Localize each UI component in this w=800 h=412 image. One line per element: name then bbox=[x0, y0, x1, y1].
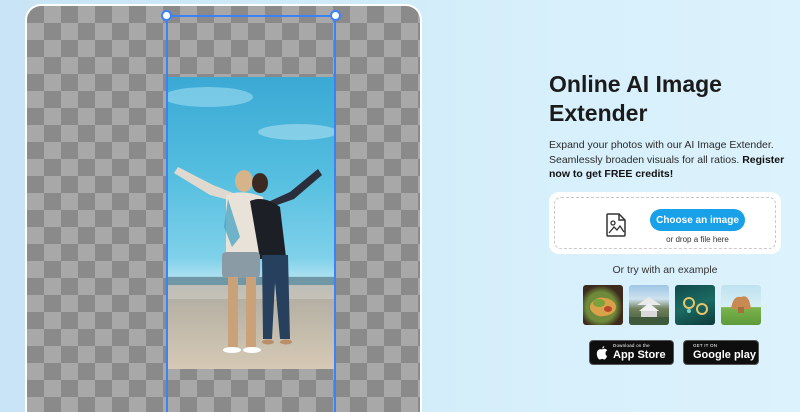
google-play-badge[interactable]: GET IT ON Google play bbox=[683, 340, 759, 365]
page-description: Expand your photos with our AI Image Ext… bbox=[549, 138, 789, 182]
jewelry-example-thumbnail[interactable] bbox=[675, 285, 715, 325]
image-file-icon bbox=[606, 213, 626, 237]
example-thumbnails bbox=[583, 285, 761, 325]
description-text: Expand your photos with our AI Image Ext… bbox=[549, 139, 774, 166]
choose-image-button[interactable]: Choose an image bbox=[650, 209, 745, 231]
store-badges: Download on the App Store GET IT ON Goog… bbox=[589, 340, 759, 365]
source-photo bbox=[168, 77, 334, 369]
crop-handle-left[interactable] bbox=[161, 10, 172, 21]
google-play-big-text: Google play bbox=[693, 348, 756, 361]
examples-label: Or try with an example bbox=[612, 264, 718, 276]
hero-panel: Online AI Image Extender Expand your pho… bbox=[549, 70, 789, 182]
upload-dropzone[interactable]: Choose an image or drop a file here bbox=[549, 192, 781, 254]
crop-handle-right[interactable] bbox=[330, 10, 341, 21]
drop-hint: or drop a file here bbox=[666, 235, 729, 244]
beach-couple-image bbox=[168, 87, 334, 353]
temple-example-thumbnail[interactable] bbox=[629, 285, 669, 325]
page-title: Online AI Image Extender bbox=[549, 71, 722, 126]
app-store-big-text: App Store bbox=[613, 348, 666, 361]
food-example-thumbnail[interactable] bbox=[583, 285, 623, 325]
upload-dropzone-inner[interactable]: Choose an image or drop a file here bbox=[554, 197, 776, 249]
editor-canvas bbox=[27, 6, 420, 412]
app-store-badge[interactable]: Download on the App Store bbox=[589, 340, 674, 365]
rock-landscape-example-thumbnail[interactable] bbox=[721, 285, 761, 325]
apple-icon bbox=[596, 345, 608, 359]
